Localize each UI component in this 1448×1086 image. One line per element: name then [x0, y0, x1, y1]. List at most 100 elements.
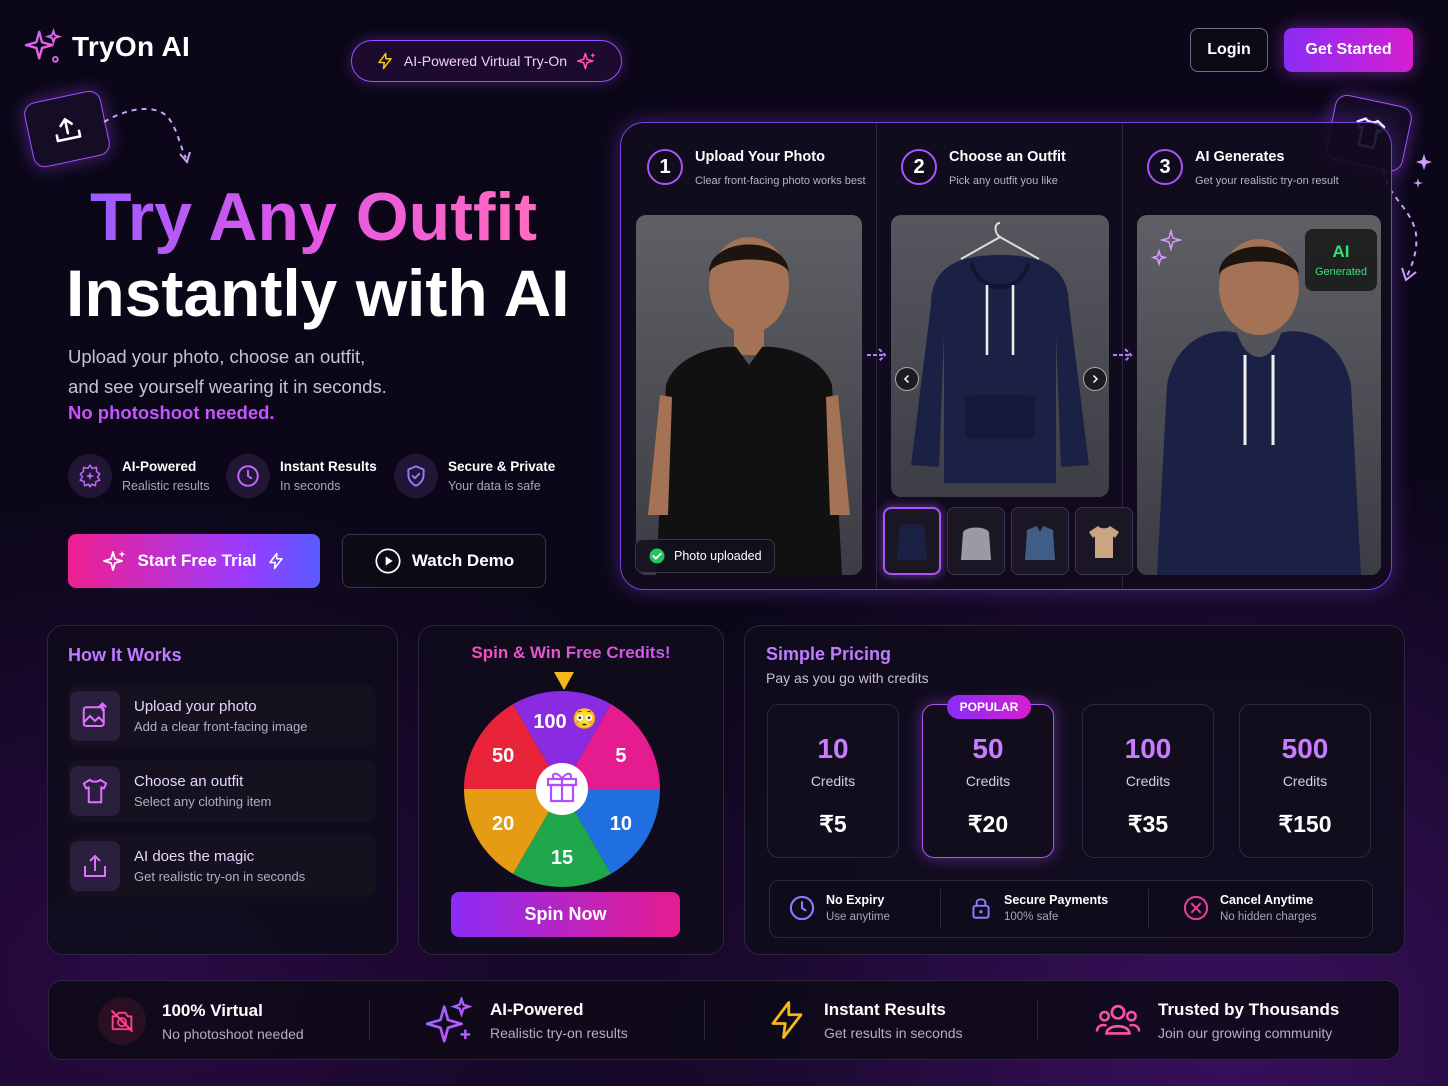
wheel-label: 50: [492, 745, 514, 767]
upload-icon: [55, 118, 82, 143]
step-number: 1: [647, 149, 683, 185]
next-outfit-button[interactable]: [1083, 367, 1107, 391]
ai-chip-icon: [68, 454, 112, 498]
how-item-magic: AI does the magic Get realistic try-on in…: [68, 835, 376, 897]
feature-divider: [369, 1000, 370, 1040]
bottom-feature-instant: Instant Results Get results in seconds: [766, 997, 963, 1043]
popular-badge: POPULAR: [947, 695, 1031, 719]
perk-no-expiry: No Expiry Use anytime: [788, 893, 890, 923]
bottom-feature-subtitle: Join our growing community: [1158, 1024, 1333, 1041]
sparkles-icon: [1151, 229, 1183, 267]
prev-outfit-button[interactable]: [895, 367, 919, 391]
thumbnail-grey-sweatshirt[interactable]: [947, 507, 1005, 575]
hero-title-line2: Instantly with AI: [66, 256, 570, 330]
feature-title: Secure & Private: [448, 459, 556, 474]
watch-demo-button[interactable]: Watch Demo: [342, 534, 546, 588]
thumbnail-navy-hoodie[interactable]: [883, 507, 941, 575]
hero-accent-text: No photoshoot needed.: [68, 402, 275, 423]
spin-wheel[interactable]: 100 5 10 15 20 50 😳: [462, 689, 662, 889]
perk-title: Cancel Anytime: [1220, 893, 1314, 907]
start-free-trial-button[interactable]: Start Free Trial: [68, 534, 320, 588]
how-item-subtitle: Add a clear front-facing image: [134, 719, 308, 734]
plan-unit: Credits: [965, 773, 1011, 789]
bottom-feature-trusted: Trusted by Thousands Join our growing com…: [1094, 997, 1339, 1043]
clock-icon: [789, 895, 815, 921]
magic-upload-icon: [70, 841, 120, 891]
spin-now-button[interactable]: Spin Now: [451, 892, 680, 937]
no-camera-icon: [98, 997, 146, 1045]
plan-50-credits[interactable]: 50 Credits ₹20: [922, 704, 1054, 858]
how-item-subtitle: Get realistic try-on in seconds: [134, 869, 306, 884]
bottom-feature-title: Trusted by Thousands: [1158, 999, 1340, 1019]
hero-title-line1: Try Any Outfit: [90, 179, 538, 255]
step-1-header: 1 Upload Your Photo Clear front-facing ph…: [647, 149, 866, 187]
feature-divider: [704, 1000, 705, 1040]
step-number: 3: [1147, 149, 1183, 185]
plan-credits: 50: [972, 733, 1004, 764]
plan-10-credits[interactable]: 10 Credits ₹5: [767, 704, 899, 858]
brand-logo[interactable]: TryOn AI: [24, 28, 190, 66]
step-subtitle: Pick any outfit you like: [949, 175, 1058, 187]
shield-check-icon: [394, 454, 438, 498]
tagline-pill: AI-Powered Virtual Try-On: [351, 40, 622, 82]
tagline-text: AI-Powered Virtual Try-On: [403, 53, 568, 69]
plan-unit: Credits: [1125, 773, 1171, 789]
step-subtitle: Clear front-facing photo works best: [695, 175, 866, 187]
how-item-subtitle: Select any clothing item: [134, 794, 272, 809]
uploaded-photo: [636, 215, 862, 575]
how-item-upload: Upload your photo Add a clear front-facin…: [68, 685, 376, 747]
pricing-title: Simple Pricing: [766, 644, 892, 664]
thumbnail-beige-tshirt[interactable]: [1075, 507, 1133, 575]
plan-credits: 100: [1124, 733, 1172, 764]
wheel-label: 15: [551, 847, 573, 869]
sparkle-icon: [103, 551, 126, 571]
hero-subtitle-line2: and see yourself wearing it in seconds.: [68, 376, 387, 397]
hoodie-illustration: [911, 222, 1089, 483]
step-title: AI Generates: [1195, 149, 1285, 165]
bottom-feature-title: AI-Powered: [490, 999, 584, 1019]
how-it-works-title: How It Works: [68, 645, 182, 665]
feature-ai-powered: AI-Powered Realistic results: [68, 454, 210, 498]
step-number: 2: [901, 149, 937, 185]
dashed-arrow-decoration: [103, 107, 191, 165]
feature-title: Instant Results: [280, 459, 377, 474]
get-started-button[interactable]: Get Started: [1284, 28, 1413, 72]
x-circle-icon: [1183, 895, 1209, 921]
lightning-icon: [378, 52, 392, 70]
how-item-title: Upload your photo: [134, 698, 257, 715]
pricing-subtitle: Pay as you go with credits: [766, 670, 929, 686]
feature-subtitle: Realistic results: [122, 479, 210, 493]
step-subtitle: Get your realistic try-on result: [1195, 175, 1339, 187]
bottom-feature-subtitle: Get results in seconds: [824, 1024, 963, 1041]
lightning-icon: [268, 552, 283, 570]
bottom-feature-subtitle: Realistic try-on results: [490, 1024, 628, 1041]
step-title: Upload Your Photo: [695, 149, 825, 165]
plan-unit: Credits: [1282, 773, 1328, 789]
perk-title: Secure Payments: [1004, 893, 1109, 907]
spin-title: Spin & Win Free Credits!: [418, 643, 724, 663]
login-button[interactable]: Login: [1190, 28, 1268, 72]
users-icon: [1095, 1004, 1141, 1035]
wheel-label: 20: [492, 813, 514, 835]
bottom-feature-virtual: 100% Virtual No photoshoot needed: [98, 997, 304, 1045]
hero-subtitle: Upload your photo, choose an outfit, and…: [68, 342, 387, 402]
plan-100-credits[interactable]: 100 Credits ₹35: [1082, 704, 1214, 858]
chevron-right-icon: [1092, 374, 1099, 384]
thumbnail-denim-jacket[interactable]: [1011, 507, 1069, 575]
step-title: Choose an Outfit: [949, 149, 1066, 165]
arrow-right-icon: [867, 348, 887, 362]
wheel-label: 10: [610, 813, 632, 835]
sparkle-logo-icon: [24, 28, 62, 63]
check-circle-icon: [649, 548, 665, 564]
perk-secure-payments: Secure Payments 100% safe: [968, 893, 1108, 923]
wheel-label-emoji: 😳: [572, 708, 597, 731]
plan-500-credits[interactable]: 500 Credits ₹150: [1239, 704, 1371, 858]
feature-title: AI-Powered: [122, 459, 197, 474]
feature-secure-private: Secure & Private Your data is safe: [394, 454, 555, 498]
tshirt-icon: [70, 766, 120, 816]
how-item-outfit: Choose an outfit Select any clothing item: [68, 760, 376, 822]
perk-divider: [1148, 889, 1149, 929]
bottom-feature-title: 100% Virtual: [162, 1000, 263, 1020]
plan-price: ₹35: [1127, 811, 1169, 837]
feature-divider: [1037, 1000, 1038, 1040]
